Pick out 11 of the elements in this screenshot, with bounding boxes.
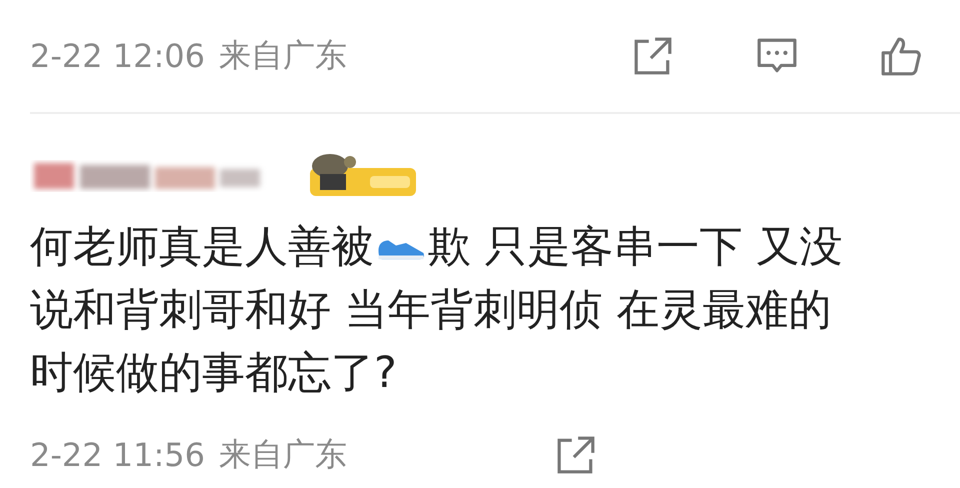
thumbs-up-icon[interactable]	[880, 35, 922, 77]
comment-time: 2-22 12:06	[30, 37, 206, 75]
comment-text: 欺 只是客串一下 又没	[428, 221, 842, 274]
share-icon[interactable]	[555, 434, 598, 476]
comment-text: 何老师真是人善被	[30, 221, 374, 274]
share-icon[interactable]	[632, 35, 674, 77]
comment-text: 说和背刺哥和好 当年背刺明侦 在灵最难的	[30, 285, 832, 335]
location-label: 来自广东	[219, 35, 348, 76]
comment-time: 2-22 11:56	[30, 436, 206, 474]
comment-text: 时候做的事都忘了?	[30, 348, 397, 398]
location-label: 来自广东	[219, 434, 348, 475]
